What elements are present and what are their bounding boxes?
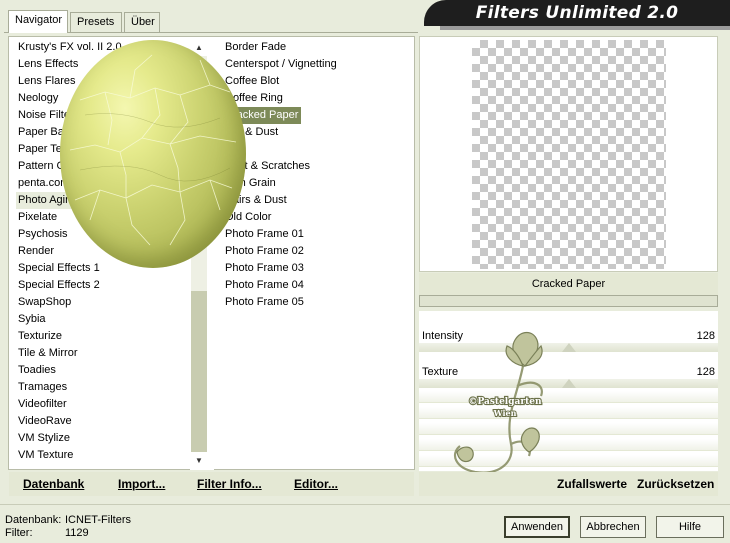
app-title: Filters Unlimited 2.0	[475, 3, 679, 23]
crack-texture	[69, 54, 237, 246]
watermark-text-line2: Wien	[493, 408, 517, 418]
db-value: ICNET-Filters	[65, 514, 131, 526]
filter-item[interactable]: Hairs & Dust	[223, 192, 413, 209]
category-item[interactable]: Videofilter	[16, 396, 191, 413]
transparency-checkerboard	[472, 40, 666, 269]
cancel-button[interactable]: Abbrechen	[580, 516, 646, 538]
navigator-toolbar: Datenbank Import... Filter Info... Edito…	[9, 472, 414, 496]
filter-count-info: Filter: 1129	[5, 527, 89, 539]
title-banner: Filters Unlimited 2.0	[424, 0, 730, 26]
category-item[interactable]: Tile & Mirror	[16, 345, 191, 362]
category-item[interactable]: VideoRave	[16, 413, 191, 430]
intensity-value: 128	[696, 330, 715, 342]
filter-count-label: Filter:	[5, 527, 33, 539]
scroll-down-icon[interactable]: ▼	[191, 453, 207, 469]
filter-item[interactable]: Photo Frame 05	[223, 294, 413, 311]
category-item[interactable]: Special Effects 2	[16, 277, 191, 294]
filter-item[interactable]: Centerspot / Vignetting	[223, 56, 413, 73]
banner-shadow	[440, 26, 730, 30]
datenbank-button[interactable]: Datenbank	[23, 477, 84, 491]
scrollbar-thumb[interactable]	[191, 291, 207, 452]
random-values-button[interactable]: Zufallswerte	[557, 477, 627, 491]
filter-item[interactable]: Border Fade	[223, 39, 413, 56]
footer-divider	[0, 504, 730, 505]
filter-item[interactable]: Dust & Scratches	[223, 158, 413, 175]
filter-item[interactable]: Coffee Blot	[223, 73, 413, 90]
import-button[interactable]: Import...	[118, 477, 165, 491]
filter-list[interactable]: Border Fade Centerspot / Vignetting Coffee…	[223, 39, 413, 311]
current-filter-name: Cracked Paper	[419, 273, 718, 295]
filter-info-button[interactable]: Filter Info...	[197, 477, 262, 491]
category-item[interactable]: Sybia	[16, 311, 191, 328]
help-button[interactable]: Hilfe	[656, 516, 724, 538]
editor-button[interactable]: Editor...	[294, 477, 338, 491]
tab-presets[interactable]: Presets	[70, 12, 122, 32]
filter-count-value: 1129	[65, 527, 89, 539]
filter-item[interactable]: Dirt	[223, 141, 413, 158]
texture-value: 128	[696, 366, 715, 378]
filter-item[interactable]: Old Color	[223, 209, 413, 226]
tab-navigator[interactable]: Navigator	[8, 10, 68, 33]
db-label: Datenbank:	[5, 514, 62, 526]
filter-item[interactable]: Dirt & Dust	[223, 124, 413, 141]
filter-item[interactable]: Film Grain	[223, 175, 413, 192]
watermark-text-line1: ©Pastelgarten	[468, 397, 541, 407]
watermark-logo: ©Pastelgarten Wien	[453, 331, 543, 474]
filter-item[interactable]: Photo Frame 03	[223, 260, 413, 277]
category-item[interactable]: VM Stylize	[16, 430, 191, 447]
category-item[interactable]: Texturize	[16, 328, 191, 345]
category-item[interactable]: VM Texture	[16, 447, 191, 464]
filter-item[interactable]: Photo Frame 04	[223, 277, 413, 294]
apply-button[interactable]: Anwenden	[504, 516, 570, 538]
category-item[interactable]: SwapShop	[16, 294, 191, 311]
filter-item[interactable]: Photo Frame 02	[223, 243, 413, 260]
category-item[interactable]: Tramages	[16, 379, 191, 396]
filter-item[interactable]: Photo Frame 01	[223, 226, 413, 243]
progress-bar	[419, 295, 718, 307]
db-info: Datenbank: ICNET-Filters	[5, 514, 131, 526]
filter-item[interactable]: Coffee Ring	[223, 90, 413, 107]
preview-area	[419, 36, 718, 272]
category-item[interactable]: Toadies	[16, 362, 191, 379]
tab-ueber[interactable]: Über	[124, 12, 160, 32]
parameter-toolbar: Zufallswerte Zurücksetzen	[419, 472, 718, 496]
reset-button[interactable]: Zurücksetzen	[637, 477, 714, 491]
